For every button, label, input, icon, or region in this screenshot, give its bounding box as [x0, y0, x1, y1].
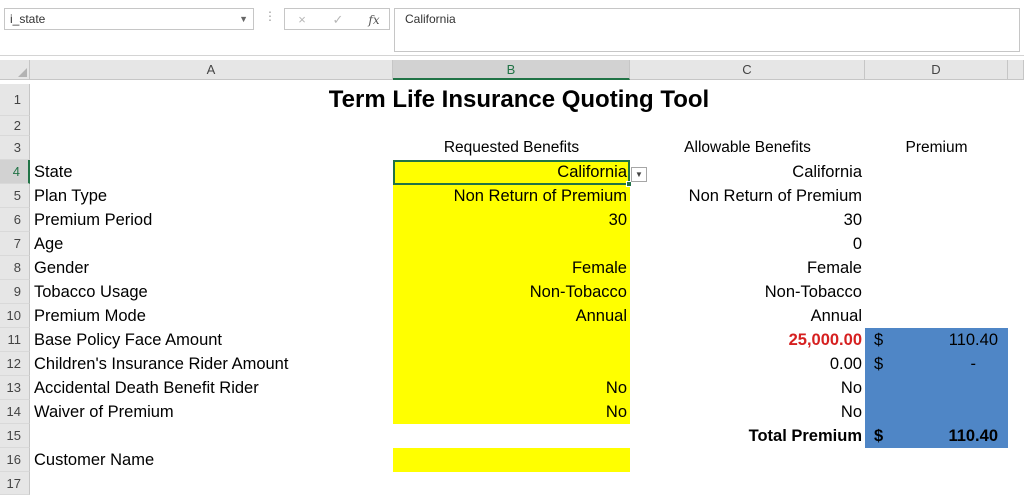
- row-header-13[interactable]: 13: [0, 376, 30, 400]
- formula-input[interactable]: California: [394, 8, 1020, 52]
- drag-handle-icon[interactable]: ⋮: [264, 10, 276, 22]
- requested-tobacco[interactable]: Non-Tobacco: [393, 280, 630, 304]
- page-title: Term Life Insurance Quoting Tool: [328, 86, 710, 113]
- label-accidental-death: Accidental Death Benefit Rider: [34, 379, 259, 397]
- allowable-plan-type: Non Return of Premium: [688, 187, 862, 205]
- requested-plan-type[interactable]: Non Return of Premium: [393, 184, 630, 208]
- requested-child-rider[interactable]: [393, 352, 630, 376]
- customer-name-input[interactable]: [393, 448, 630, 472]
- insert-function-icon[interactable]: fx: [363, 11, 385, 29]
- row-header-14[interactable]: 14: [0, 400, 30, 424]
- label-gender: Gender: [34, 259, 90, 277]
- row-header-9[interactable]: 9: [0, 280, 30, 304]
- row-header-5[interactable]: 5: [0, 184, 30, 208]
- requested-benefits-header: Requested Benefits: [443, 139, 580, 156]
- column-header-e[interactable]: [1008, 60, 1024, 80]
- allowable-state: California: [792, 163, 862, 181]
- allowable-accidental: No: [840, 379, 862, 397]
- row-header-16[interactable]: 16: [0, 448, 30, 472]
- allowable-premium-period: 30: [843, 211, 862, 229]
- row-header-2[interactable]: 2: [0, 116, 30, 136]
- column-header-c[interactable]: C: [630, 60, 865, 80]
- column-header-d[interactable]: D: [865, 60, 1008, 80]
- column-header-a[interactable]: A: [30, 60, 393, 80]
- requested-gender[interactable]: Female: [393, 256, 630, 280]
- row-header-3[interactable]: 3: [0, 136, 30, 160]
- requested-accidental[interactable]: No: [393, 376, 630, 400]
- allowable-base-face: 25,000.00: [788, 331, 862, 349]
- column-header-b[interactable]: B: [393, 60, 630, 80]
- label-customer-name: Customer Name: [34, 451, 155, 469]
- row-header-17[interactable]: 17: [0, 472, 30, 495]
- requested-base-face[interactable]: [393, 328, 630, 352]
- select-all-icon: [18, 68, 27, 77]
- allowable-benefits-header: Allowable Benefits: [684, 139, 811, 156]
- requested-premium-period[interactable]: 30: [393, 208, 630, 232]
- allowable-tobacco: Non-Tobacco: [764, 283, 862, 301]
- requested-waiver[interactable]: No: [393, 400, 630, 424]
- row-header-8[interactable]: 8: [0, 256, 30, 280]
- allowable-waiver: No: [840, 403, 862, 421]
- label-tobacco-usage: Tobacco Usage: [34, 283, 148, 301]
- label-premium-period: Premium Period: [34, 211, 153, 229]
- chevron-down-icon[interactable]: ▼: [239, 14, 248, 24]
- allowable-premium-mode: Annual: [810, 307, 862, 325]
- label-state: State: [34, 163, 73, 181]
- allowable-gender: Female: [806, 259, 862, 277]
- label-premium-mode: Premium Mode: [34, 307, 146, 325]
- requested-age[interactable]: [393, 232, 630, 256]
- row-header-12[interactable]: 12: [0, 352, 30, 376]
- premium-header: Premium: [905, 139, 968, 156]
- name-box-value: i_state: [10, 12, 46, 26]
- allowable-child-rider: 0.00: [829, 355, 862, 373]
- row-header-15[interactable]: 15: [0, 424, 30, 448]
- row-header-6[interactable]: 6: [0, 208, 30, 232]
- requested-premium-mode[interactable]: Annual: [393, 304, 630, 328]
- row-header-10[interactable]: 10: [0, 304, 30, 328]
- premium-child-value: -: [970, 355, 977, 373]
- select-all-button[interactable]: [0, 60, 30, 80]
- formula-bar: i_state ▼ ⋮ × ✓ fx California: [0, 0, 1024, 56]
- premium-total-value: 110.40: [948, 427, 998, 445]
- active-cell-outline: [393, 160, 630, 185]
- label-plan-type: Plan Type: [34, 187, 108, 205]
- enter-icon[interactable]: ✓: [327, 11, 349, 29]
- label-waiver: Waiver of Premium: [34, 403, 174, 421]
- formula-buttons: × ✓ fx: [284, 8, 390, 30]
- dropdown-arrow-icon[interactable]: ▼: [631, 167, 647, 182]
- row-header-7[interactable]: 7: [0, 232, 30, 256]
- allowable-age: 0: [852, 235, 862, 253]
- label-age: Age: [34, 235, 64, 253]
- label-children-rider: Children's Insurance Rider Amount: [34, 355, 289, 373]
- label-base-face-amount: Base Policy Face Amount: [34, 331, 223, 349]
- cancel-icon[interactable]: ×: [291, 11, 313, 29]
- row-header-11[interactable]: 11: [0, 328, 30, 352]
- premium-base-value: 110.40: [948, 331, 998, 349]
- total-premium-label: Total Premium: [748, 427, 862, 445]
- name-box[interactable]: i_state ▼: [4, 8, 254, 30]
- row-header-1[interactable]: 1: [0, 84, 30, 116]
- row-header-4[interactable]: 4: [0, 160, 30, 184]
